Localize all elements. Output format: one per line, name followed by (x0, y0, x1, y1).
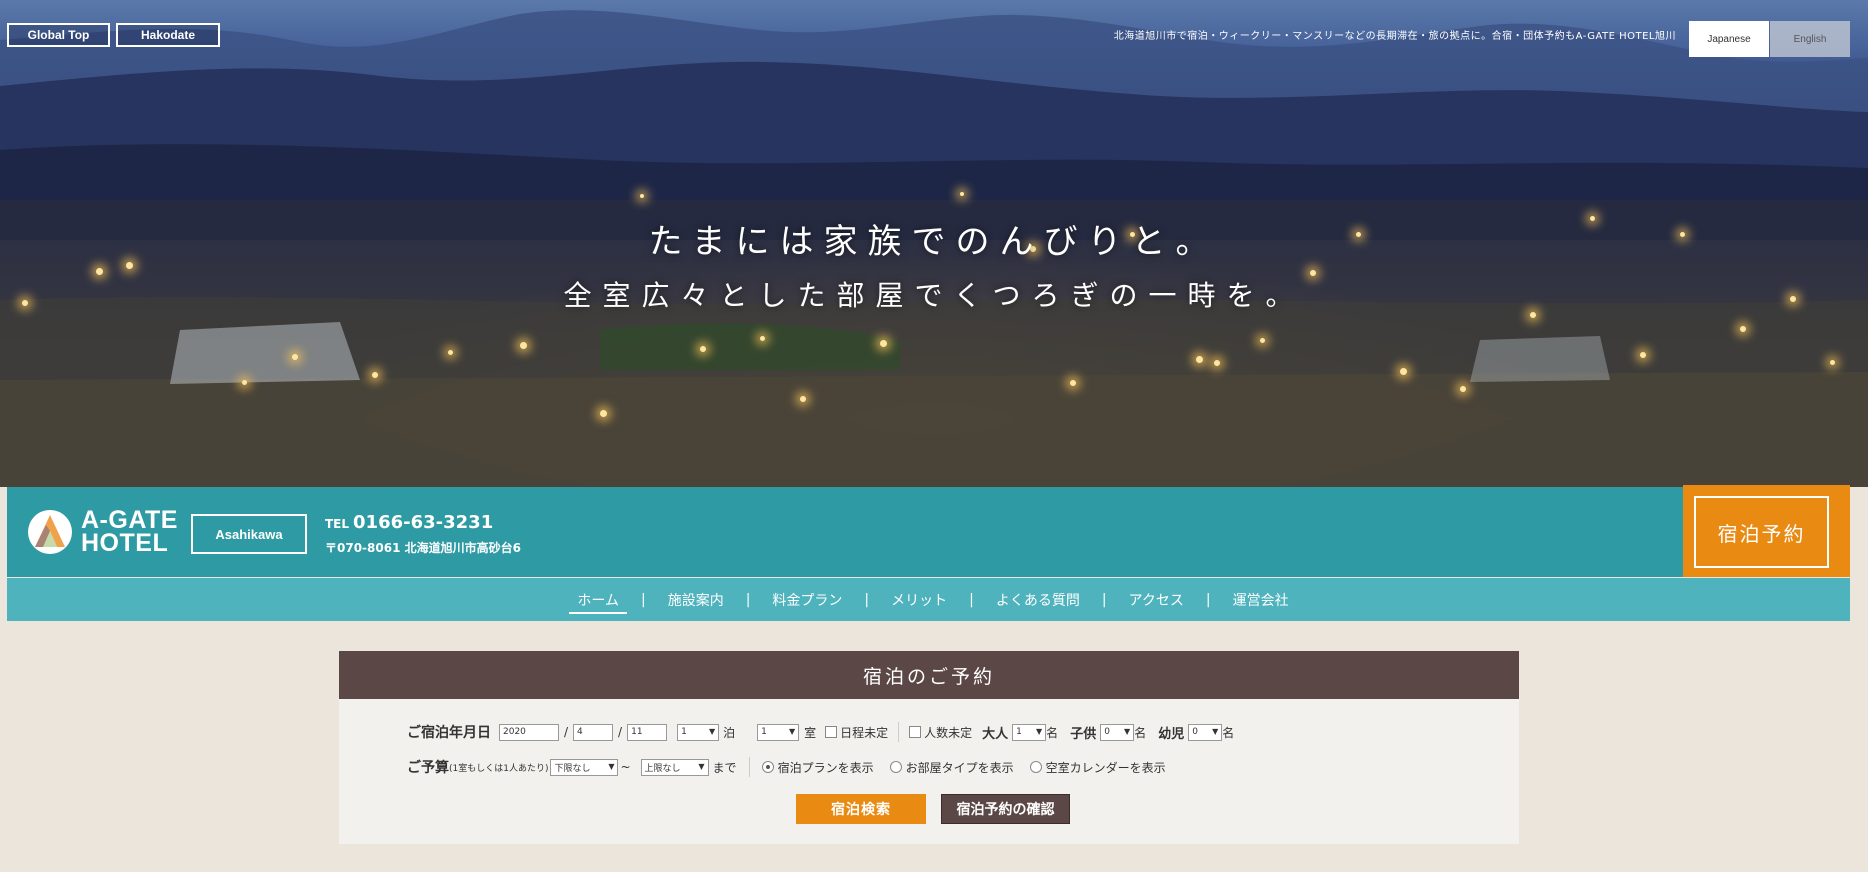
hotel-address: 〒070-8061 北海道旭川市高砂台6 (325, 541, 521, 555)
language-english-button[interactable]: English (1770, 21, 1850, 57)
reserve-panel: 宿泊予約 (1683, 485, 1850, 577)
child-label: 子供 (1070, 726, 1097, 742)
divider (748, 757, 750, 777)
divider (898, 722, 900, 742)
nav-home[interactable]: ホーム (569, 578, 627, 621)
child-select[interactable]: 0 (1100, 723, 1135, 741)
confirm-reservation-button[interactable]: 宿泊予約の確認 (941, 794, 1070, 824)
nav-separator: | (969, 591, 974, 608)
show-room-type-label: お部屋タイプを表示 (905, 760, 1014, 775)
hotel-header-band: A-GATE HOTEL Asahikawa TEL 0166-63-3231 〒… (7, 487, 1850, 577)
hero-subheadline: 全室広々とした部屋でくつろぎの一時を。 (563, 279, 1305, 312)
nav-rate-plans[interactable]: 料金プラン (764, 578, 850, 621)
show-plan-label: 宿泊プランを表示 (777, 760, 874, 775)
people-undecided-checkbox[interactable] (909, 726, 922, 738)
reservation-row-dates: ご宿泊年月日 2020 / 4 / 11 1 泊 1 室 日程未定 人数未定 大… (407, 722, 1234, 742)
reserve-button[interactable]: 宿泊予約 (1694, 496, 1829, 568)
budget-label: ご予算 (407, 760, 449, 776)
nav-company[interactable]: 運営会社 (1225, 578, 1297, 621)
nav-separator: | (745, 591, 751, 608)
nav-separator: | (640, 591, 646, 608)
nav-access[interactable]: アクセス (1121, 578, 1192, 621)
hero-banner: Global Top Hakodate 北海道旭川市で宿泊・ウィークリー・マンス… (0, 0, 1868, 487)
adult-select[interactable]: 1 (1012, 723, 1047, 741)
logo-line-2: HOTEL (81, 529, 169, 557)
month-input[interactable]: 4 (573, 723, 614, 741)
reservation-form: ご宿泊年月日 2020 / 4 / 11 1 泊 1 室 日程未定 人数未定 大… (339, 699, 1519, 844)
date-undecided-label: 日程未定 (840, 725, 889, 740)
rooms-unit: 室 (804, 725, 817, 740)
budget-dash: ~ (620, 760, 631, 774)
show-plan-radio[interactable] (761, 761, 774, 773)
child-unit: 名 (1134, 725, 1147, 740)
nights-select[interactable]: 1 (677, 723, 720, 741)
nav-facilities[interactable]: 施設案内 (660, 578, 732, 621)
adult-label: 大人 (982, 726, 1009, 742)
telephone[interactable]: TEL 0166-63-3231 (325, 512, 493, 533)
date-undecided-checkbox[interactable] (825, 726, 838, 738)
nav-separator: | (1101, 591, 1107, 608)
reservation-row-budget: ご予算 (1室もしくは1人あたり) 下限なし ~ 上限なし まで 宿泊プランを表… (407, 757, 1166, 777)
language-japanese-button[interactable]: Japanese (1689, 21, 1769, 57)
nav-separator: | (1205, 591, 1211, 608)
date-slash: / (618, 725, 623, 739)
tel-label: TEL (325, 517, 350, 531)
budget-note: (1室もしくは1人あたり) (449, 763, 549, 774)
nav-separator: | (864, 591, 870, 608)
show-calendar-label: 空室カレンダーを表示 (1045, 760, 1166, 775)
tel-number: 0166-63-3231 (353, 512, 494, 533)
infant-label: 幼児 (1158, 726, 1185, 742)
show-room-type-radio[interactable] (889, 761, 902, 773)
date-slash: / (564, 725, 569, 739)
infant-unit: 名 (1222, 725, 1235, 740)
a-gate-logo-icon (28, 510, 72, 554)
hakodate-button[interactable]: Hakodate (116, 23, 220, 47)
budget-until: まで (712, 760, 737, 775)
people-undecided-label: 人数未定 (924, 725, 973, 740)
reservation-title: 宿泊のご予約 (339, 651, 1519, 699)
budget-min-select[interactable]: 下限なし (550, 758, 619, 776)
infant-select[interactable]: 0 (1188, 723, 1223, 741)
date-label: ご宿泊年月日 (407, 725, 491, 741)
main-navigation: ホーム | 施設案内 | 料金プラン | メリット | よくある質問 | アクセ… (7, 578, 1850, 621)
year-input[interactable]: 2020 (499, 723, 559, 741)
global-top-button[interactable]: Global Top (7, 23, 110, 47)
hero-headline: たまには家族でのんびりと。 (648, 222, 1220, 262)
search-button[interactable]: 宿泊検索 (796, 794, 926, 824)
rooms-select[interactable]: 1 (757, 723, 800, 741)
branch-asahikawa-button[interactable]: Asahikawa (191, 514, 307, 554)
budget-max-select[interactable]: 上限なし (640, 758, 709, 776)
day-input[interactable]: 11 (627, 723, 668, 741)
show-calendar-radio[interactable] (1029, 761, 1042, 773)
hotel-logo[interactable]: A-GATE HOTEL (27, 508, 178, 557)
adult-unit: 名 (1046, 725, 1059, 740)
nav-merits[interactable]: メリット (883, 578, 955, 621)
nights-unit: 泊 (723, 725, 736, 740)
nav-faq[interactable]: よくある質問 (988, 578, 1088, 621)
header-tagline: 北海道旭川市で宿泊・ウィークリー・マンスリーなどの長期滞在・旅の拠点に。合宿・団… (1113, 31, 1676, 42)
